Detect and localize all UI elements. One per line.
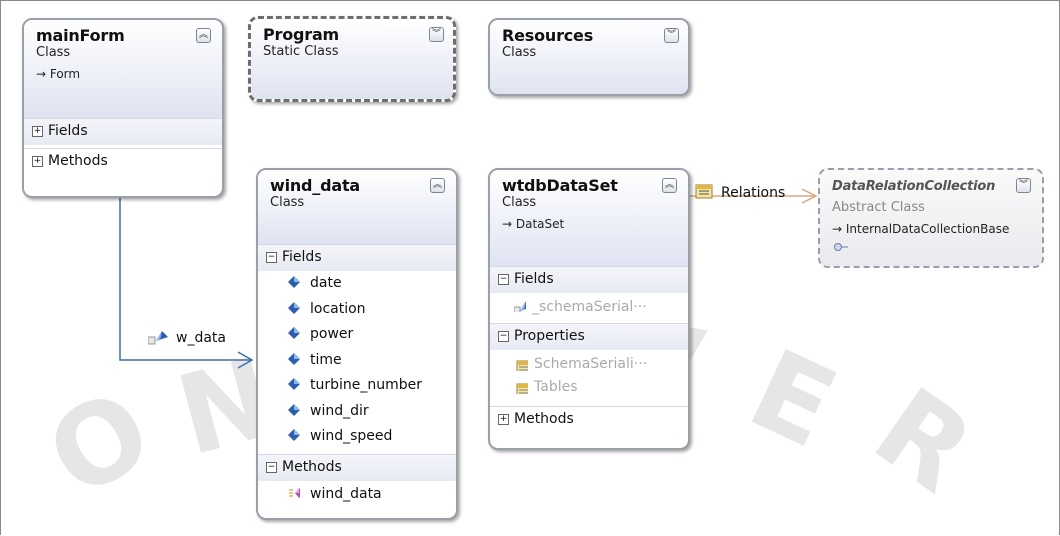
- class-title: Resources: [502, 26, 594, 45]
- section-methods[interactable]: + Methods: [24, 148, 222, 175]
- member-field[interactable]: wind_speed: [288, 428, 392, 444]
- member-label: wind_data: [310, 486, 382, 502]
- class-kind: Class: [502, 195, 537, 210]
- member-label: time: [310, 351, 342, 368]
- class-title: wind_data: [270, 176, 361, 195]
- field-icon: [288, 378, 300, 390]
- section-methods[interactable]: + Methods: [490, 406, 688, 433]
- collapse-minus-icon[interactable]: −: [266, 462, 277, 473]
- section-label: Methods: [282, 459, 342, 475]
- class-base: → DataSet: [502, 217, 565, 231]
- member-label: date: [310, 275, 342, 291]
- member-field[interactable]: wind_dir: [288, 403, 369, 419]
- chevron-double-down-icon[interactable]: ︾: [1016, 178, 1031, 193]
- field-icon: [288, 327, 300, 339]
- field-icon: [288, 352, 300, 365]
- class-title: mainForm: [36, 26, 125, 45]
- member-label: Tables: [534, 379, 578, 395]
- collapse-minus-icon[interactable]: −: [266, 252, 277, 263]
- field-icon: [514, 301, 526, 312]
- class-kind: Class: [36, 45, 71, 60]
- field-icon: [288, 429, 300, 441]
- section-properties[interactable]: − Properties: [490, 323, 688, 350]
- field-icon: [288, 276, 300, 288]
- w-data-association-label[interactable]: w_data: [147, 329, 226, 346]
- method-icon: [289, 488, 300, 498]
- section-fields[interactable]: − Fields: [258, 244, 456, 271]
- member-label: wind_speed: [310, 428, 393, 444]
- expand-plus-icon[interactable]: +: [32, 156, 43, 167]
- chevron-double-down-icon[interactable]: ︾: [429, 27, 444, 42]
- section-label: Fields: [514, 271, 554, 287]
- member-field[interactable]: turbine_number: [288, 377, 422, 393]
- section-label: Methods: [514, 411, 574, 427]
- collapse-minus-icon[interactable]: −: [498, 274, 509, 285]
- interface-lollipop-icon: [834, 243, 848, 251]
- class-title: Program: [263, 25, 340, 44]
- expand-plus-icon[interactable]: +: [32, 126, 43, 137]
- class-base: → InternalDataCollectionBase: [832, 222, 1010, 236]
- member-field[interactable]: _schemaSerial···: [514, 299, 647, 315]
- member-property[interactable]: Tables: [516, 379, 578, 395]
- member-label: power: [310, 326, 354, 342]
- field-icon: [288, 301, 300, 314]
- member-field[interactable]: location: [288, 301, 366, 317]
- class-diagram-canvas: O N A L V E R w_data Relations mainF: [0, 0, 1060, 536]
- member-method[interactable]: wind_data: [288, 486, 382, 502]
- class-base: → Form: [36, 67, 81, 81]
- member-label: location: [310, 300, 366, 317]
- property-icon: [516, 383, 528, 394]
- field-icon: [147, 331, 168, 345]
- chevron-double-up-icon[interactable]: ︽: [430, 178, 445, 193]
- property-icon: [516, 360, 528, 371]
- collapse-minus-icon[interactable]: −: [498, 331, 509, 342]
- member-field[interactable]: power: [288, 326, 353, 342]
- member-field[interactable]: date: [288, 275, 342, 291]
- member-label: wind_dir: [310, 402, 369, 419]
- class-kind: Class: [502, 45, 537, 60]
- class-box-program[interactable]: Program Static Class ︾: [248, 16, 456, 102]
- chevron-double-down-icon[interactable]: ︾: [664, 28, 679, 43]
- section-label: Methods: [48, 153, 108, 169]
- class-title: DataRelationCollection: [832, 179, 996, 194]
- member-label: turbine_number: [310, 377, 423, 393]
- property-icon: [695, 184, 713, 199]
- class-kind: Static Class: [263, 44, 339, 59]
- class-box-datarelationcollection[interactable]: DataRelationCollection Abstract Class → …: [818, 168, 1044, 268]
- section-label: Fields: [48, 123, 88, 139]
- relations-association-label[interactable]: Relations: [695, 182, 785, 201]
- section-label: Fields: [282, 249, 322, 265]
- section-fields[interactable]: + Fields: [24, 118, 222, 145]
- class-box-resources[interactable]: Resources Class ︾: [488, 18, 690, 96]
- section-methods[interactable]: − Methods: [258, 454, 456, 481]
- class-title: wtdbDataSet: [502, 176, 618, 195]
- class-kind: Class: [270, 195, 305, 210]
- class-kind: Abstract Class: [832, 200, 925, 215]
- relations-label-text: Relations: [721, 185, 786, 201]
- member-property[interactable]: SchemaSeriali···: [516, 356, 647, 372]
- class-box-wind-data[interactable]: wind_data Class ︽ − Fields date location p…: [256, 168, 458, 520]
- class-box-wtdbdataset[interactable]: wtdbDataSet Class → DataSet ︽ − Fields _…: [488, 168, 690, 450]
- member-label: SchemaSeriali···: [534, 356, 648, 372]
- chevron-double-up-icon[interactable]: ︽: [662, 178, 677, 193]
- class-box-mainform[interactable]: mainForm Class → Form ︽ + Fields + Metho…: [22, 18, 224, 198]
- w-data-label-text: w_data: [176, 330, 226, 346]
- section-label: Properties: [514, 328, 585, 344]
- chevron-double-up-icon[interactable]: ︽: [196, 28, 211, 43]
- member-label: _schemaSerial···: [532, 299, 647, 315]
- expand-plus-icon[interactable]: +: [498, 414, 509, 425]
- field-icon: [288, 403, 300, 416]
- member-field[interactable]: time: [288, 352, 342, 368]
- section-fields[interactable]: − Fields: [490, 266, 688, 293]
